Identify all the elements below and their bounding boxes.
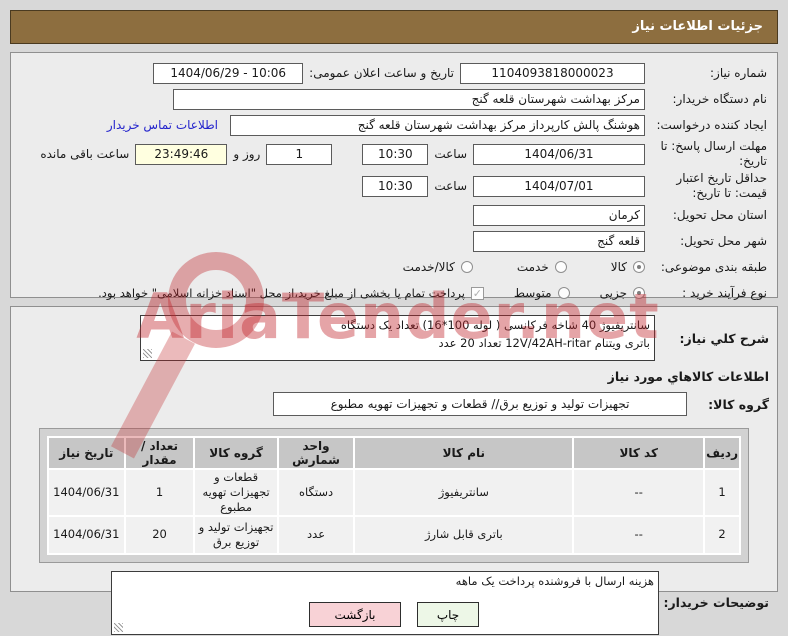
page-title: جزئیات اطلاعات نیاز [10,10,778,44]
row-validity: حداقل تاریخ اعتبار قیمت: تا تاریخ: 1404/… [17,170,771,202]
col-item-name: نام کالا [355,438,573,468]
remaining-days-field[interactable]: 1 [266,143,333,165]
province-field[interactable]: کرمان [473,204,645,226]
need-description-textarea[interactable]: سانتریفیوژ 40 شاخه فرکانسی ( لوله 100*16… [140,315,655,361]
treasury-checkbox[interactable] [470,286,484,300]
cell-item-name: باتری قابل شارژ [355,516,573,553]
row-need-number: شماره نیاز: 1104093818000023 تاریخ و ساع… [17,60,771,86]
back-button[interactable]: بازگشت [309,602,401,627]
cell-item-code: -- [574,470,704,515]
goods-radio-label: کالا [610,260,627,274]
deadline-time-field[interactable]: 10:30 [362,143,429,165]
goods-service-radio[interactable] [460,261,473,273]
goods-section-title: اطلاعات کالاهاي مورد نیاز [607,369,769,384]
row-classification: طبقه بندی موضوعی: کالا خدمت کالا/خدمت [17,254,771,280]
col-group: گروه کالا [195,438,277,468]
option-goods: کالا [611,260,645,274]
treasury-note-text: پرداخت تمام یا بخشی از مبلغ خرید،از محل … [98,286,465,300]
minor-radio[interactable] [633,287,645,299]
buyer-contact-link[interactable]: اطلاعات تماس خریدار [107,118,218,132]
print-button[interactable]: چاپ [417,602,479,627]
creator-label: ایجاد کننده درخواست: [656,117,767,132]
row-need-description: شرح كلي نياز: سانتریفیوژ 40 شاخه فرکانسی… [11,315,777,361]
deadline-hour-label: ساعت [434,147,467,161]
cell-unit: عدد [278,516,354,553]
city-label: شهر محل تحویل: [680,233,767,248]
need-info-panel: شماره نیاز: 1104093818000023 تاریخ و ساع… [10,52,778,300]
buyer-org-field[interactable]: مرکز بهداشت شهرستان قلعه گنج [173,88,645,110]
city-field[interactable]: قلعه گنج [473,230,645,252]
buyer-org-label: نام دستگاه خریدار: [672,91,768,106]
row-city: شهر محل تحویل: قلعه گنج [17,228,771,254]
province-label: استان محل تحویل: [672,207,767,222]
option-minor: جزیی [600,286,645,300]
row-deadline: مهلت ارسال پاسخ: تا تاریخ: 1404/06/31 سا… [17,138,771,170]
validity-time-field[interactable]: 10:30 [362,175,429,197]
remaining-time-label: ساعت باقی مانده [40,147,130,161]
cell-group: تجهیزات تولید و توزیع برق [195,516,277,553]
need-number-field[interactable]: 1104093818000023 [460,62,645,84]
need-description-label: شرح كلي نياز: [679,330,769,346]
row-province: استان محل تحویل: کرمان [17,202,771,228]
process-type-label: نوع فرآیند خرید : [682,285,767,300]
col-need-date: تاریخ نیاز [49,438,124,468]
deadline-label: مهلت ارسال پاسخ: تا تاریخ: [660,139,767,168]
goods-info-panel: شرح كلي نياز: سانتریفیوژ 40 شاخه فرکانسی… [10,306,778,635]
col-unit: واحد شمارش [278,438,354,468]
need-number-label: شماره نیاز: [710,65,767,80]
service-radio-label: خدمت [516,260,549,274]
option-goods-service: کالا/خدمت [403,260,473,274]
medium-radio[interactable] [557,287,570,299]
action-buttons: چاپ بازگشت [0,602,788,627]
deadline-date-field[interactable]: 1404/06/31 [473,143,645,165]
minor-radio-label: جزیی [599,286,627,300]
need-details-page: { "title": "جزئیات اطلاعات نیاز", "water… [0,0,788,636]
items-table: ردیف کد کالا نام کالا واحد شمارش گروه کا… [47,436,741,555]
cell-item-name: سانتریفیوژ [355,470,573,515]
goods-radio[interactable] [633,261,645,273]
service-radio[interactable] [554,261,567,273]
cell-group: قطعات و تجهیزات تهویه مطبوع [195,470,277,515]
goods-group-label: گروه کالا: [708,396,769,412]
announce-label: تاریخ و ساعت اعلان عمومی: [309,66,454,80]
cell-quantity: 1 [125,470,194,515]
goods-group-field[interactable]: تجهیزات تولید و توزیع برق// قطعات و تجهی… [273,392,687,416]
treasury-note: پرداخت تمام یا بخشی از مبلغ خرید،از محل … [98,286,484,300]
buyer-notes-text: هزینه ارسال با فروشنده پرداخت یک ماهه [455,573,654,588]
validity-label: حداقل تاریخ اعتبار قیمت: تا تاریخ: [676,171,767,200]
option-medium: متوسط [514,286,570,300]
need-description-line1: سانتریفیوژ 40 شاخه فرکانسی ( لوله 100*16… [340,318,650,332]
col-row-number: ردیف [705,438,739,468]
row-process-type: نوع فرآیند خرید : جزیی متوسط پرداخت تمام… [17,280,771,306]
row-buyer-org: نام دستگاه خریدار: مرکز بهداشت شهرستان ق… [17,86,771,112]
cell-need-date: 1404/06/31 [49,516,124,553]
items-table-wrap: ردیف کد کالا نام کالا واحد شمارش گروه کا… [39,428,749,563]
validity-date-field[interactable]: 1404/07/01 [473,175,645,197]
cell-unit: دستگاه [278,470,354,515]
col-quantity: تعداد / مقدار [125,438,194,468]
classification-label: طبقه بندی موضوعی: [660,259,767,274]
items-table-header-row: ردیف کد کالا نام کالا واحد شمارش گروه کا… [49,438,739,468]
cell-row-number: 1 [705,470,739,515]
remaining-time-field[interactable]: 23:49:46 [135,143,228,165]
cell-item-code: -- [574,516,704,553]
row-goods-group: گروه کالا: تجهیزات تولید و توزیع برق// ق… [11,392,777,416]
medium-radio-label: متوسط [513,286,552,300]
cell-need-date: 1404/06/31 [49,470,124,515]
option-service: خدمت [517,260,567,274]
creator-field[interactable]: هوشنگ پالش کارپرداز مرکز بهداشت شهرستان … [230,114,645,136]
row-creator: ایجاد کننده درخواست: هوشنگ پالش کارپرداز… [17,112,771,138]
cell-quantity: 20 [125,516,194,553]
table-row: 1 -- سانتریفیوژ دستگاه قطعات و تجهیزات ت… [49,470,739,515]
goods-service-radio-label: کالا/خدمت [402,260,455,274]
col-item-code: کد کالا [574,438,704,468]
cell-row-number: 2 [705,516,739,553]
need-description-line2: باتری ویتنام 12V/42AH-ritar تعداد 20 عدد [438,335,650,350]
announce-field[interactable]: 1404/06/29 - 10:06 [153,62,304,84]
table-row: 2 -- باتری قابل شارژ عدد تجهیزات تولید و… [49,516,739,553]
validity-hour-label: ساعت [434,179,467,193]
remaining-days-label: روز و [233,147,261,161]
